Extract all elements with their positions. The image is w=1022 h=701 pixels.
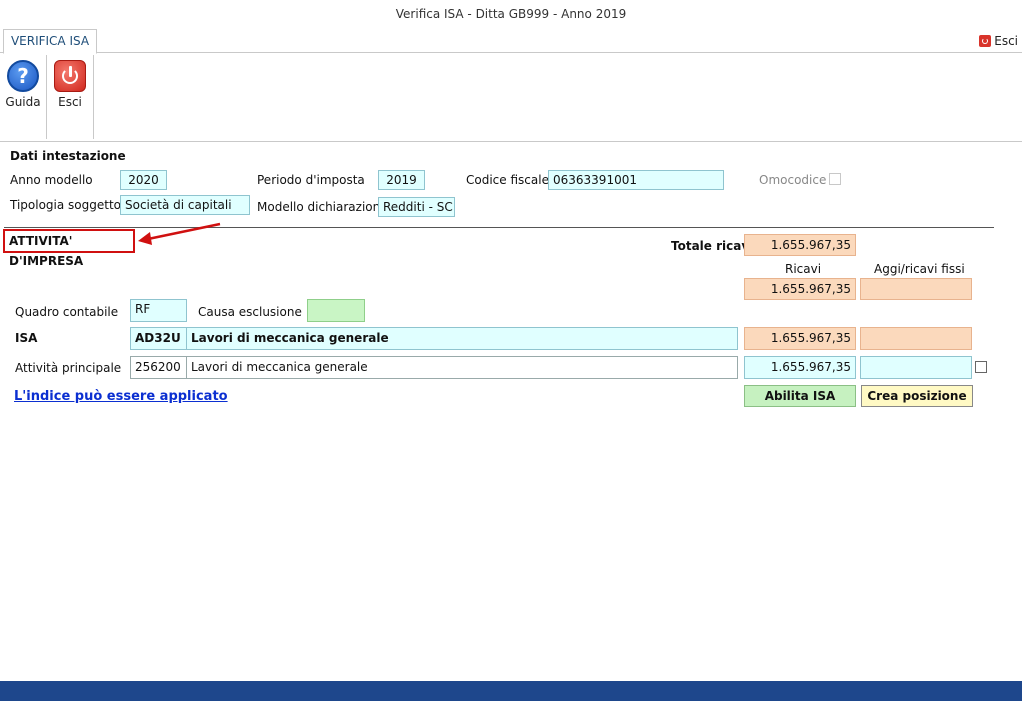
isa-description-field[interactable]: Lavori di meccanica generale <box>186 327 738 350</box>
modello-dichiarazione-field[interactable]: Redditi - SC <box>378 197 455 217</box>
attivita-principale-label: Attività principale <box>15 361 122 375</box>
isa-ricavi-field[interactable]: 1.655.967,35 <box>744 327 856 350</box>
ricavi-column-header: Ricavi <box>785 262 822 276</box>
exit-label: Esci <box>58 95 82 109</box>
tab-strip: VERIFICA ISA Esci <box>0 29 1022 54</box>
attivita-principale-ricavi-field[interactable]: 1.655.967,35 <box>744 356 856 379</box>
anno-modello-field[interactable]: 2020 <box>120 170 167 190</box>
power-icon <box>979 35 992 47</box>
tab-verifica-isa[interactable]: VERIFICA ISA <box>3 29 97 54</box>
omocodice-checkbox[interactable] <box>829 173 841 185</box>
arrow-annotation-icon <box>138 222 221 245</box>
omocodice-label: Omocodice <box>759 173 827 187</box>
tipologia-soggetto-label: Tipologia soggetto <box>10 198 122 212</box>
help-label: Guida <box>5 95 41 109</box>
totale-ricavi-field[interactable]: 1.655.967,35 <box>744 234 856 256</box>
ribbon-separator <box>93 55 94 139</box>
power-icon <box>54 60 86 92</box>
aggi-column-header: Aggi/ricavi fissi <box>874 262 965 276</box>
attivita-principale-aggi-field[interactable] <box>860 356 972 379</box>
periodo-imposta-field[interactable]: 2019 <box>378 170 425 190</box>
ribbon-separator <box>46 55 47 139</box>
codice-fiscale-label: Codice fiscale <box>466 173 549 187</box>
ribbon-toolbar: ? Guida Esci <box>0 53 1022 142</box>
causa-esclusione-label: Causa esclusione <box>198 305 302 319</box>
isa-label: ISA <box>15 331 38 345</box>
causa-esclusione-field[interactable] <box>307 299 365 322</box>
window-title: Verifica ISA - Ditta GB999 - Anno 2019 <box>0 0 1022 29</box>
section-heading-intestazione: Dati intestazione <box>10 149 126 163</box>
attivita-principale-code-field[interactable]: 256200 <box>130 356 187 379</box>
isa-code-field[interactable]: AD32U <box>130 327 187 350</box>
ricavi-summary-field[interactable]: 1.655.967,35 <box>744 278 856 300</box>
indice-applicato-link[interactable]: L'indice può essere applicato <box>14 389 228 404</box>
quadro-contabile-field[interactable]: RF <box>130 299 187 322</box>
status-bar <box>0 681 1022 701</box>
tab-exit-label: Esci <box>994 34 1018 48</box>
tipologia-soggetto-field[interactable]: Società di capitali <box>120 195 250 215</box>
attivita-principale-checkbox[interactable] <box>975 361 987 373</box>
codice-fiscale-field[interactable]: 06363391001 <box>548 170 724 190</box>
modello-dichiarazione-label: Modello dichiarazione <box>257 200 388 214</box>
help-button[interactable]: ? Guida <box>2 60 44 109</box>
attivita-principale-description-field[interactable]: Lavori di meccanica generale <box>186 356 738 379</box>
abilita-isa-button[interactable]: Abilita ISA <box>744 385 856 407</box>
tab-exit-button[interactable]: Esci <box>979 33 1018 49</box>
isa-aggi-field[interactable] <box>860 327 972 350</box>
section-heading-attivita: ATTIVITA' D'IMPRESA <box>3 229 135 268</box>
aggi-summary-field[interactable] <box>860 278 972 300</box>
help-icon: ? <box>7 60 39 92</box>
anno-modello-label: Anno modello <box>10 173 93 187</box>
totale-ricavi-label: Totale ricavi <box>671 239 754 253</box>
periodo-imposta-label: Periodo d'imposta <box>257 173 365 187</box>
crea-posizione-button[interactable]: Crea posizione <box>861 385 973 407</box>
quadro-contabile-label: Quadro contabile <box>15 305 119 319</box>
exit-button[interactable]: Esci <box>49 60 91 109</box>
